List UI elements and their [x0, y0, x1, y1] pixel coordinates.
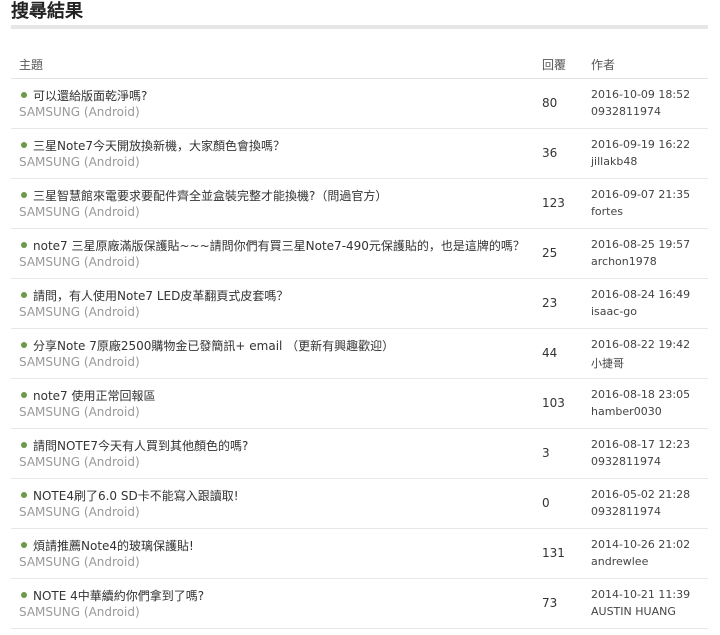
topic-title-link[interactable]: NOTE 4中華續約你們拿到了嗎?: [33, 587, 204, 604]
header-topic: 主題: [19, 58, 44, 72]
post-date: 2016-10-09 18:52: [591, 88, 691, 101]
post-date: 2014-10-26 21:02: [591, 538, 691, 551]
green-dot-icon: [21, 592, 27, 598]
author-link[interactable]: hamber0030: [591, 405, 662, 418]
green-dot-icon: [21, 542, 27, 548]
topic-title-link[interactable]: 煩請推薦Note4的玻璃保護貼!: [33, 537, 194, 554]
post-date: 2016-09-19 16:22: [591, 138, 691, 151]
green-dot-icon: [21, 342, 27, 348]
reply-count: 103: [542, 396, 565, 410]
reply-count: 123: [542, 196, 565, 210]
forum-name: SAMSUNG (Android): [19, 555, 140, 569]
reply-count: 44: [542, 346, 558, 360]
topic-title-link[interactable]: 請問，有人使用Note7 LED皮革翻頁式皮套嗎？: [33, 287, 288, 304]
green-dot-icon: [21, 492, 27, 498]
search-results-list: 可以還給版面乾淨嗎? SAMSUNG (Android) 80 2016-10-09 …: [11, 79, 708, 629]
forum-name: SAMSUNG (Android): [19, 205, 140, 219]
author-link[interactable]: isaac-go: [591, 305, 637, 318]
author-link[interactable]: 0932811974: [591, 105, 661, 118]
post-date: 2016-08-24 16:49: [591, 288, 691, 301]
post-date: 2016-08-17 12:23: [591, 438, 691, 451]
header-author: 作者: [591, 58, 616, 72]
green-dot-icon: [21, 92, 27, 98]
author-link[interactable]: AUSTIN HUANG: [591, 605, 676, 618]
green-dot-icon: [21, 392, 27, 398]
green-dot-icon: [21, 142, 27, 148]
table-row: 三星Note7今天開放換新機，大家顏色會換嗎？ SAMSUNG (Android)…: [11, 129, 708, 179]
table-row: NOTE 4中華續約你們拿到了嗎? SAMSUNG (Android) 73 2014…: [11, 579, 708, 629]
reply-count: 3: [542, 446, 550, 460]
green-dot-icon: [21, 442, 27, 448]
post-date: 2016-05-02 21:28: [591, 488, 691, 501]
table-row: note7 使用正常回報區 SAMSUNG (Android) 103 2016-08…: [11, 379, 708, 429]
topic-title-link[interactable]: note7 使用正常回報區: [33, 387, 156, 404]
reply-count: 80: [542, 96, 558, 110]
forum-name: SAMSUNG (Android): [19, 255, 140, 269]
table-row: NOTE4刷了6.0 SD卡不能寫入跟讀取! SAMSUNG (Android) 0…: [11, 479, 708, 529]
author-link[interactable]: archon1978: [591, 255, 657, 268]
topic-title-link[interactable]: 請問NOTE7今天有人買到其他顏色的嗎?: [33, 437, 248, 454]
topic-title-link[interactable]: 可以還給版面乾淨嗎?: [33, 87, 147, 104]
reply-count: 36: [542, 146, 558, 160]
reply-count: 73: [542, 596, 558, 610]
table-row: 分享Note 7原廠2500購物金已發簡訊+ email （更新有興趣歡迎） SA…: [11, 329, 708, 379]
table-header: 主題 回覆 作者: [11, 48, 708, 79]
forum-name: SAMSUNG (Android): [19, 455, 140, 469]
topic-title-link[interactable]: 三星智慧館來電要求要配件齊全並盒裝完整才能換機?（問過官方）: [33, 187, 387, 204]
post-date: 2014-10-21 11:39: [591, 588, 691, 601]
title-divider: [11, 25, 708, 29]
green-dot-icon: [21, 292, 27, 298]
table-row: 三星智慧館來電要求要配件齊全並盒裝完整才能換機?（問過官方） SAMSUNG (A…: [11, 179, 708, 229]
reply-count: 0: [542, 496, 550, 510]
post-date: 2016-08-25 19:57: [591, 238, 691, 251]
author-link[interactable]: fortes: [591, 205, 623, 218]
green-dot-icon: [21, 242, 27, 248]
topic-title-link[interactable]: NOTE4刷了6.0 SD卡不能寫入跟讀取!: [33, 487, 239, 504]
topic-title-link[interactable]: note7 三星原廠滿版保護貼~~~請問你們有買三星Note7-490元保護貼的…: [33, 237, 525, 254]
forum-name: SAMSUNG (Android): [19, 305, 140, 319]
author-link[interactable]: jillakb48: [591, 155, 637, 168]
reply-count: 131: [542, 546, 565, 560]
author-link[interactable]: andrewlee: [591, 555, 648, 568]
green-dot-icon: [21, 192, 27, 198]
reply-count: 23: [542, 296, 558, 310]
post-date: 2016-08-22 19:42: [591, 338, 691, 351]
author-link[interactable]: 0932811974: [591, 455, 661, 468]
forum-name: SAMSUNG (Android): [19, 505, 140, 519]
topic-title-link[interactable]: 分享Note 7原廠2500購物金已發簡訊+ email （更新有興趣歡迎）: [33, 337, 394, 354]
reply-count: 25: [542, 246, 558, 260]
post-date: 2016-08-18 23:05: [591, 388, 691, 401]
table-row: 請問，有人使用Note7 LED皮革翻頁式皮套嗎？ SAMSUNG (Androi…: [11, 279, 708, 329]
forum-name: SAMSUNG (Android): [19, 605, 140, 619]
forum-name: SAMSUNG (Android): [19, 155, 140, 169]
table-row: 煩請推薦Note4的玻璃保護貼! SAMSUNG (Android) 131 2014…: [11, 529, 708, 579]
topic-title-link[interactable]: 三星Note7今天開放換新機，大家顏色會換嗎？: [33, 137, 285, 154]
post-date: 2016-09-07 21:35: [591, 188, 691, 201]
forum-name: SAMSUNG (Android): [19, 405, 140, 419]
forum-name: SAMSUNG (Android): [19, 355, 140, 369]
forum-name: SAMSUNG (Android): [19, 105, 140, 119]
author-link[interactable]: 0932811974: [591, 505, 661, 518]
table-row: note7 三星原廠滿版保護貼~~~請問你們有買三星Note7-490元保護貼的…: [11, 229, 708, 279]
header-replies: 回覆: [542, 58, 567, 72]
table-row: 請問NOTE7今天有人買到其他顏色的嗎? SAMSUNG (Android) 3 20…: [11, 429, 708, 479]
author-link[interactable]: 小捷哥: [591, 355, 624, 371]
page-title: 搜尋結果: [11, 1, 83, 22]
table-row: 可以還給版面乾淨嗎? SAMSUNG (Android) 80 2016-10-09 …: [11, 79, 708, 129]
